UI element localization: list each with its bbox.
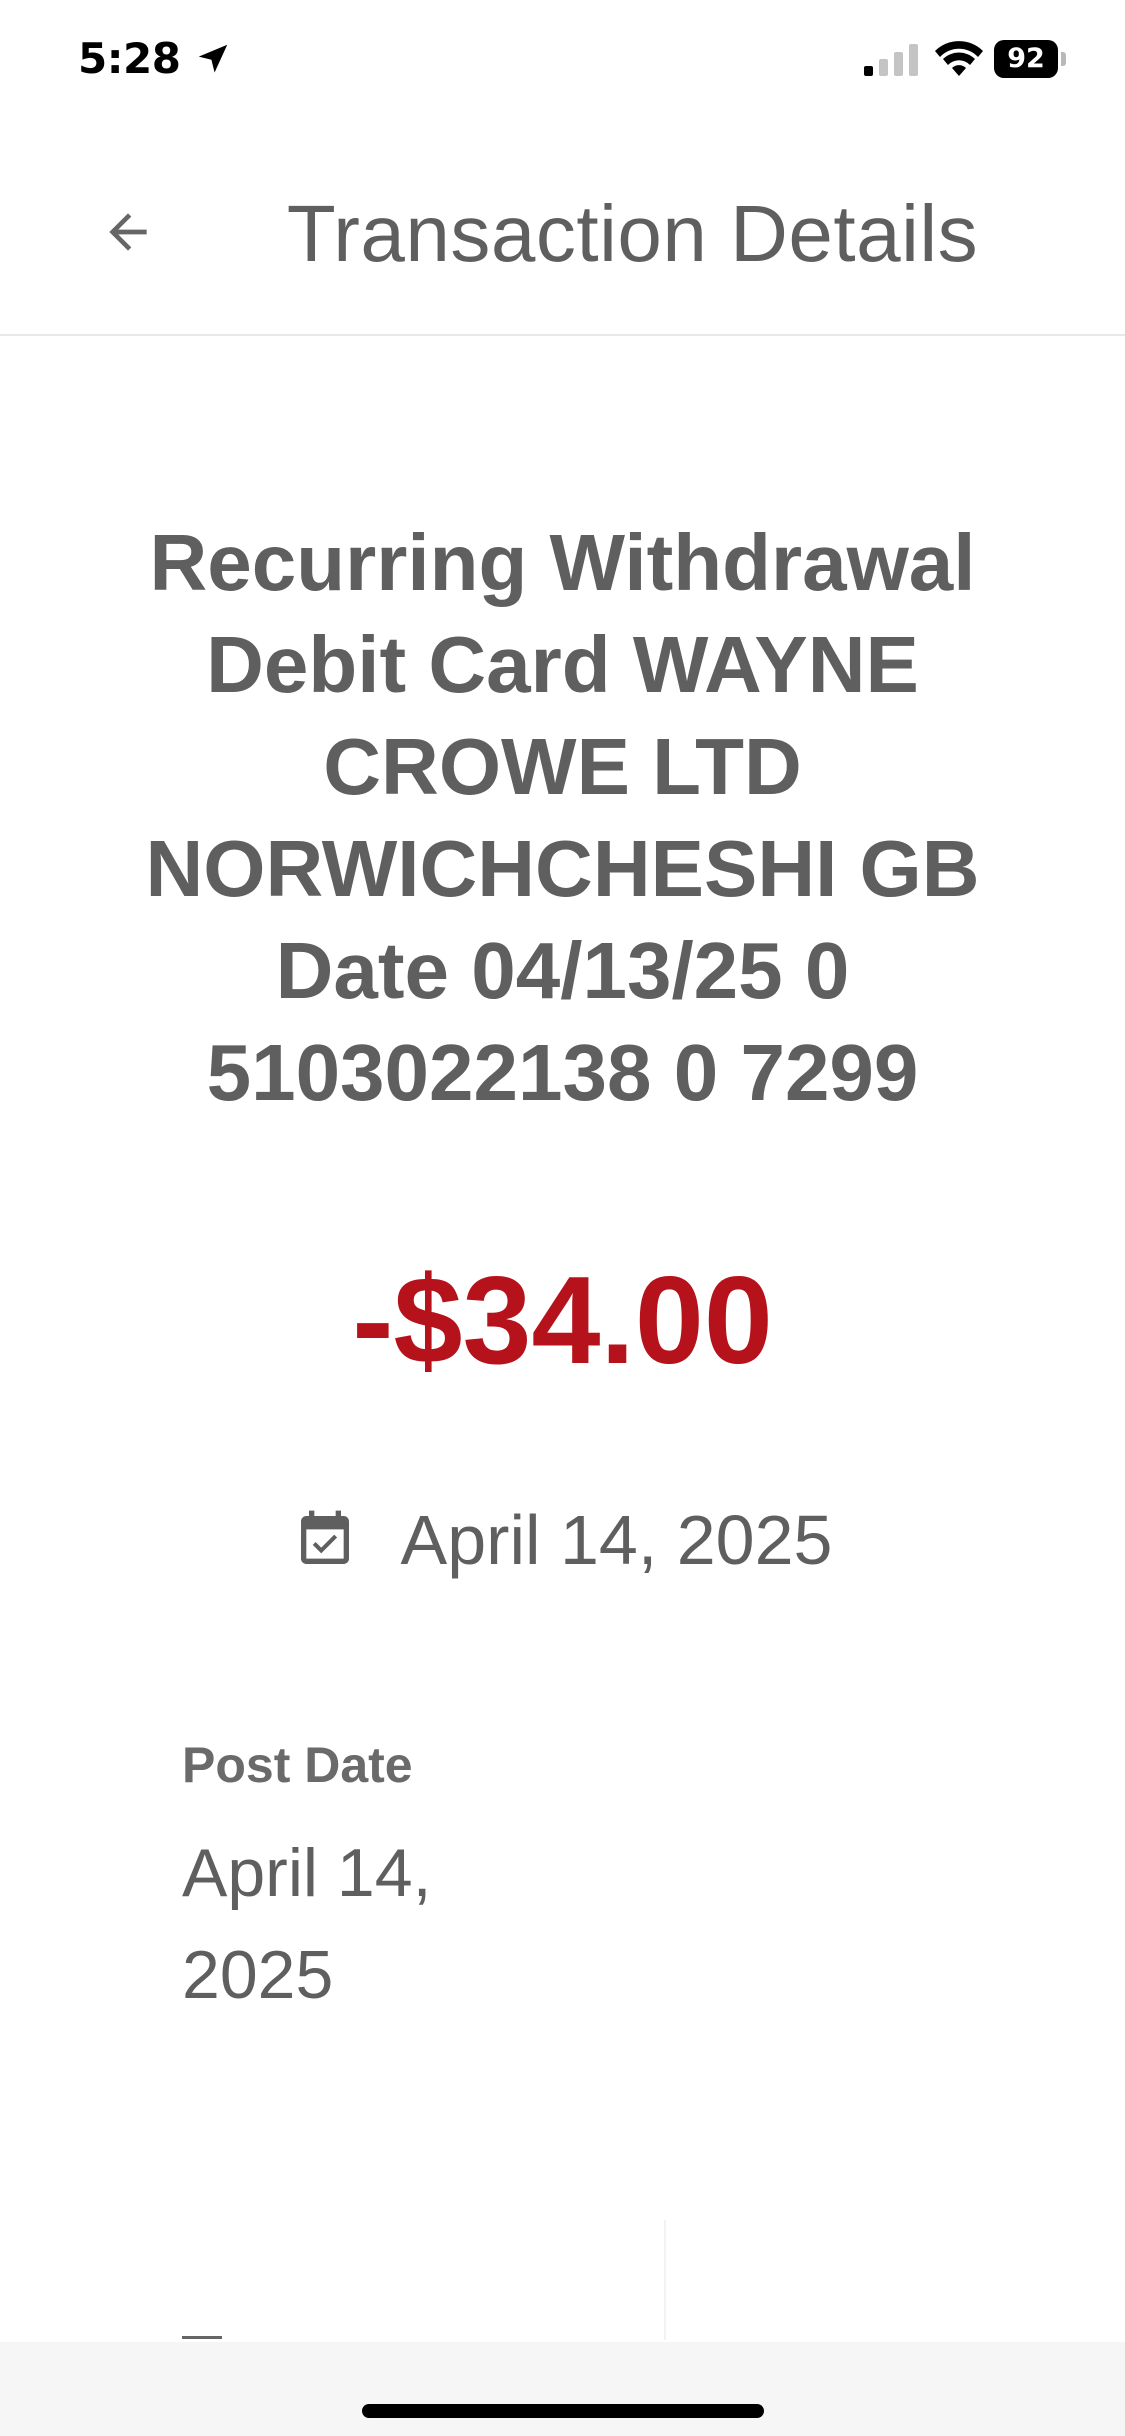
transaction-amount: -$34.00 xyxy=(352,1252,773,1390)
arrow-left-icon xyxy=(109,213,147,251)
home-bar xyxy=(0,2342,1125,2436)
page-title: Transaction Details xyxy=(286,189,979,278)
post-date-value: April 14, 2025 xyxy=(182,1835,432,2013)
calendar-check-icon xyxy=(300,1510,349,1564)
header: Transaction Details xyxy=(0,120,1125,336)
partial-divider xyxy=(182,2336,222,2339)
battery-level: 92 xyxy=(994,40,1058,78)
divider xyxy=(664,2220,666,2340)
transaction-date-row: April 14, 2025 xyxy=(0,1500,1125,1580)
location-arrow-icon xyxy=(198,44,228,73)
transaction-date: April 14, 2025 xyxy=(400,1501,833,1579)
status-bar: 5:28 92 xyxy=(0,0,1125,120)
status-time: 5:28 xyxy=(78,34,181,83)
back-button[interactable] xyxy=(88,192,168,272)
wifi-icon xyxy=(935,41,983,76)
post-date-label: Post Date xyxy=(182,1737,413,1793)
battery-tip xyxy=(1061,52,1066,66)
battery-icon: 92 xyxy=(994,40,1068,78)
transaction-description: Recurring Withdrawal Debit Card WAYNE CR… xyxy=(145,518,980,1117)
cellular-signal-icon xyxy=(864,44,918,76)
home-indicator[interactable] xyxy=(362,2404,764,2418)
